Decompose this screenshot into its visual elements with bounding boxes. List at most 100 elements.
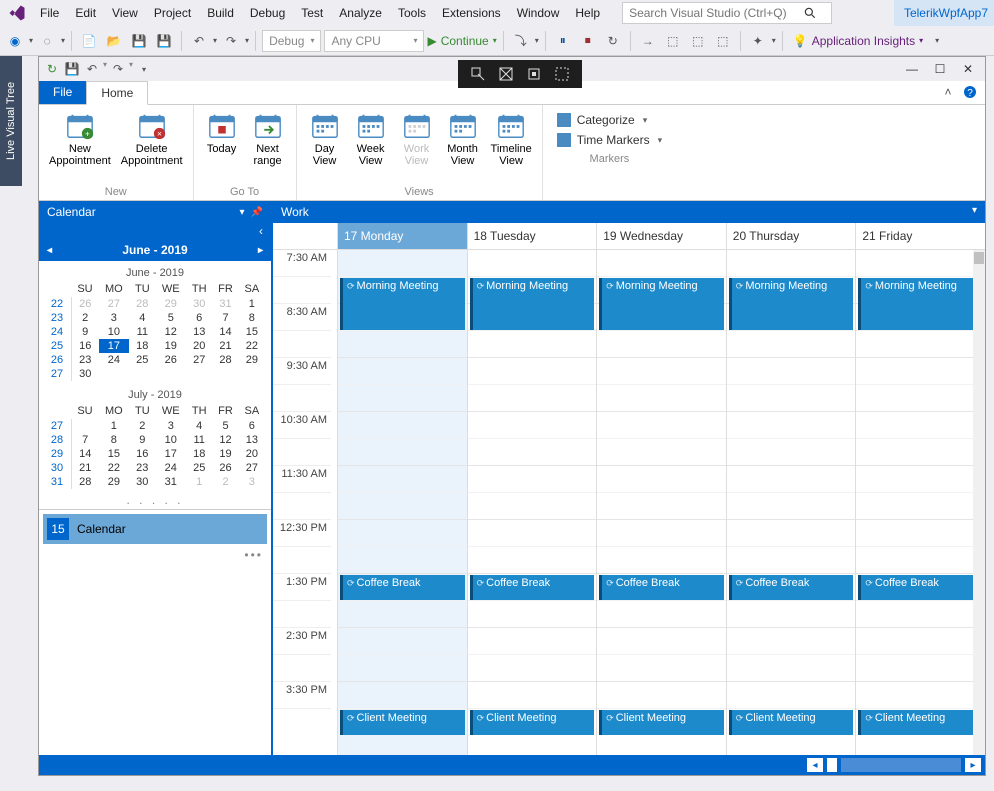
- day-header[interactable]: 20 Thursday: [726, 223, 856, 250]
- live-visual-tree-tab[interactable]: Live Visual Tree: [0, 56, 22, 186]
- appointment[interactable]: ⟳Coffee Break: [599, 575, 724, 600]
- vs-menu-analyze[interactable]: Analyze: [331, 2, 390, 24]
- vs-menu-project[interactable]: Project: [146, 2, 199, 24]
- cal-day[interactable]: 13: [239, 433, 265, 447]
- ribbon-week-button[interactable]: Week View: [349, 109, 393, 184]
- config-combo[interactable]: Debug▾: [262, 30, 321, 52]
- restart-icon[interactable]: ↻: [602, 30, 624, 52]
- step-into-icon[interactable]: →: [637, 30, 659, 52]
- tab-file[interactable]: File: [39, 81, 86, 104]
- cal-day[interactable]: 22: [239, 339, 265, 353]
- cal-day[interactable]: 11: [186, 433, 212, 447]
- horizontal-scrollbar[interactable]: ◂ ▸: [39, 755, 985, 775]
- cal-day[interactable]: [212, 367, 238, 381]
- continue-button[interactable]: ▶ Continue ▾: [427, 34, 496, 48]
- ribbon-day-button[interactable]: Day View: [303, 109, 347, 184]
- appointment[interactable]: ⟳Coffee Break: [729, 575, 854, 600]
- redo-icon[interactable]: ↷: [220, 30, 242, 52]
- ribbon-del_appt-button[interactable]: × Delete Appointment: [117, 109, 187, 184]
- cal-day[interactable]: 27: [186, 353, 212, 367]
- calendar-list-footer[interactable]: •••: [39, 548, 271, 562]
- cal-day[interactable]: 1: [99, 419, 130, 433]
- appointment[interactable]: ⟳Client Meeting: [470, 710, 595, 735]
- appointment[interactable]: ⟳Morning Meeting: [599, 278, 724, 330]
- day-column[interactable]: ⟳Morning Meeting⟳Coffee Break⟳Client Mee…: [855, 250, 985, 755]
- cal-day[interactable]: 10: [99, 325, 130, 339]
- help-icon[interactable]: ?: [961, 83, 979, 101]
- cal-day[interactable]: 19: [212, 447, 238, 461]
- day-column[interactable]: ⟳Morning Meeting⟳Coffee Break⟳Client Mee…: [337, 250, 467, 755]
- vertical-scrollbar[interactable]: [973, 250, 985, 755]
- cal-day[interactable]: 15: [239, 325, 265, 339]
- nav-back-icon[interactable]: ◉: [4, 30, 26, 52]
- cal-day[interactable]: 18: [129, 339, 155, 353]
- cal-day[interactable]: 3: [155, 419, 186, 433]
- vs-menu-help[interactable]: Help: [567, 2, 608, 24]
- appointment[interactable]: ⟳Coffee Break: [340, 575, 465, 600]
- cal-day[interactable]: 5: [212, 419, 238, 433]
- ribbon-next-button[interactable]: Next range: [246, 109, 290, 184]
- cal-day[interactable]: 20: [239, 447, 265, 461]
- cal-day[interactable]: 13: [186, 325, 212, 339]
- tab-home[interactable]: Home: [86, 81, 148, 105]
- display-layout-icon[interactable]: [496, 64, 516, 84]
- hot-reload-icon[interactable]: [552, 64, 572, 84]
- vs-menu-extensions[interactable]: Extensions: [434, 2, 509, 24]
- cal-day[interactable]: 9: [129, 433, 155, 447]
- vs-menu-test[interactable]: Test: [293, 2, 331, 24]
- select-element-icon[interactable]: [468, 64, 488, 84]
- cal-day[interactable]: 29: [155, 297, 186, 311]
- cal-day[interactable]: 28: [71, 475, 98, 489]
- pause-icon[interactable]: ⏸: [552, 30, 574, 52]
- scroll-right-icon[interactable]: ▸: [965, 758, 981, 772]
- cal-day[interactable]: 14: [212, 325, 238, 339]
- maximize-icon[interactable]: ☐: [927, 59, 953, 79]
- app-insights-button[interactable]: 💡 Application Insights ▾: [793, 34, 923, 48]
- appointment[interactable]: ⟳Morning Meeting: [729, 278, 854, 330]
- open-file-icon[interactable]: 📂: [103, 30, 125, 52]
- vs-search-input[interactable]: [623, 3, 803, 23]
- cal-day[interactable]: 25: [186, 461, 212, 475]
- customize-icon[interactable]: ▾: [135, 60, 153, 78]
- step-out-icon[interactable]: ⬚: [687, 30, 709, 52]
- cal-day[interactable]: 2: [212, 475, 238, 489]
- cal-day[interactable]: 25: [129, 353, 155, 367]
- undo-icon[interactable]: ↶: [188, 30, 210, 52]
- minimize-icon[interactable]: —: [899, 59, 925, 79]
- appointment[interactable]: ⟳Client Meeting: [340, 710, 465, 735]
- cal-day[interactable]: [186, 367, 212, 381]
- stop-icon[interactable]: ⏹: [577, 30, 599, 52]
- day-header[interactable]: 21 Friday: [855, 223, 985, 250]
- cal-day[interactable]: 1: [239, 297, 265, 311]
- appointment[interactable]: ⟳Client Meeting: [729, 710, 854, 735]
- vs-search-box[interactable]: [622, 2, 832, 24]
- ribbon-tm-button[interactable]: Time Markers▾: [557, 133, 662, 147]
- scroll-left-icon[interactable]: ◂: [807, 758, 823, 772]
- cal-day[interactable]: 8: [239, 311, 265, 325]
- collapse-ribbon-icon[interactable]: ˄: [939, 83, 957, 101]
- appointment[interactable]: ⟳Client Meeting: [599, 710, 724, 735]
- cal-day[interactable]: 1: [186, 475, 212, 489]
- vs-menu-edit[interactable]: Edit: [67, 2, 104, 24]
- cal-day[interactable]: 7: [212, 311, 238, 325]
- cal-day[interactable]: 16: [129, 447, 155, 461]
- separator[interactable]: . . . . .: [39, 491, 271, 509]
- sidebar-collapse[interactable]: ‹: [39, 223, 271, 239]
- cal-day[interactable]: [99, 367, 130, 381]
- schedule-dropdown-icon[interactable]: ▾: [972, 205, 977, 219]
- cal-day[interactable]: 19: [155, 339, 186, 353]
- cal-day[interactable]: 17: [99, 339, 130, 353]
- day-column[interactable]: ⟳Morning Meeting ⟳Coffee Break ⟳Client Mee…: [596, 250, 726, 755]
- cal-day[interactable]: 12: [212, 433, 238, 447]
- day-column[interactable]: ⟳Morning Meeting⟳Coffee Break⟳Client Mee…: [467, 250, 597, 755]
- cal-day[interactable]: [129, 367, 155, 381]
- cal-day[interactable]: 30: [186, 297, 212, 311]
- appointment[interactable]: ⟳Coffee Break: [470, 575, 595, 600]
- cal-day[interactable]: 11: [129, 325, 155, 339]
- vs-menu-view[interactable]: View: [104, 2, 146, 24]
- overflow-icon[interactable]: ▾: [926, 30, 948, 52]
- ribbon-cat-button[interactable]: Categorize▾: [557, 113, 662, 127]
- step-over-icon[interactable]: ⬚: [662, 30, 684, 52]
- cal-day[interactable]: 14: [71, 447, 98, 461]
- cal-day[interactable]: 17: [155, 447, 186, 461]
